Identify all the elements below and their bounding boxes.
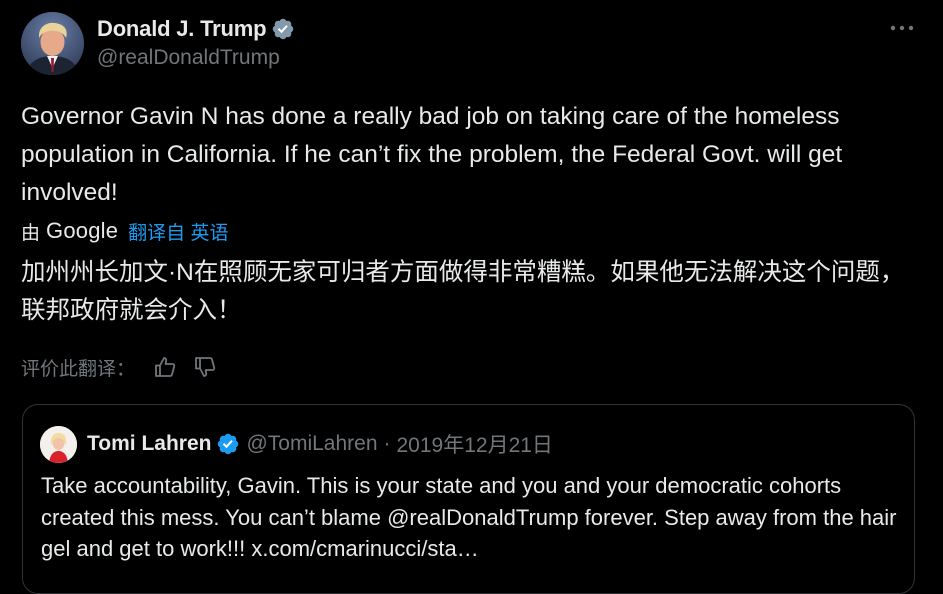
author-info: Donald J. Trump @realDonaldTrump xyxy=(97,14,295,70)
author-handle[interactable]: @realDonaldTrump xyxy=(97,46,295,70)
quoted-tweet-header: Tomi Lahren @TomiLahren · 2019年12月21日 xyxy=(87,429,553,459)
more-options-icon[interactable] xyxy=(889,18,915,38)
translated-by-label: 由 xyxy=(21,222,41,244)
rate-translation-label: 评价此翻译： xyxy=(21,358,136,380)
tweet-text: Governor Gavin N has done a really bad j… xyxy=(21,103,843,206)
google-logo: Google xyxy=(46,218,119,243)
verified-badge-icon[interactable] xyxy=(216,432,240,456)
verified-badge-icon[interactable] xyxy=(271,17,295,41)
tweet: Donald J. Trump @realDonaldTrump Governo… xyxy=(0,0,943,594)
translated-from-link[interactable]: 翻译自 英语 xyxy=(128,218,228,245)
translated-text: 加州州长加文·N在照顾无家可归者方面做得非常糟糕。如果他无法解决这个问题，联邦政… xyxy=(21,259,905,324)
thumbs-down-icon[interactable] xyxy=(193,355,217,379)
author-display-name[interactable]: Donald J. Trump xyxy=(97,16,267,42)
translation-attribution: 由 Google 翻译自 英语 xyxy=(21,216,228,246)
author-avatar[interactable] xyxy=(21,12,84,75)
quoted-tweet-card[interactable]: Tomi Lahren @TomiLahren · 2019年12月21日 Ta… xyxy=(22,404,915,594)
quoted-author-name[interactable]: Tomi Lahren xyxy=(87,432,211,456)
thumbs-up-icon[interactable] xyxy=(153,355,177,379)
quoted-author-handle[interactable]: @TomiLahren xyxy=(246,432,377,456)
rate-translation: 评价此翻译： xyxy=(21,352,217,382)
quoted-author-avatar[interactable] xyxy=(40,426,77,463)
header-separator: · xyxy=(383,432,391,455)
quoted-tweet-text: Take accountability, Gavin. This is your… xyxy=(41,473,897,561)
quoted-tweet-date[interactable]: 2019年12月21日 xyxy=(397,429,553,459)
